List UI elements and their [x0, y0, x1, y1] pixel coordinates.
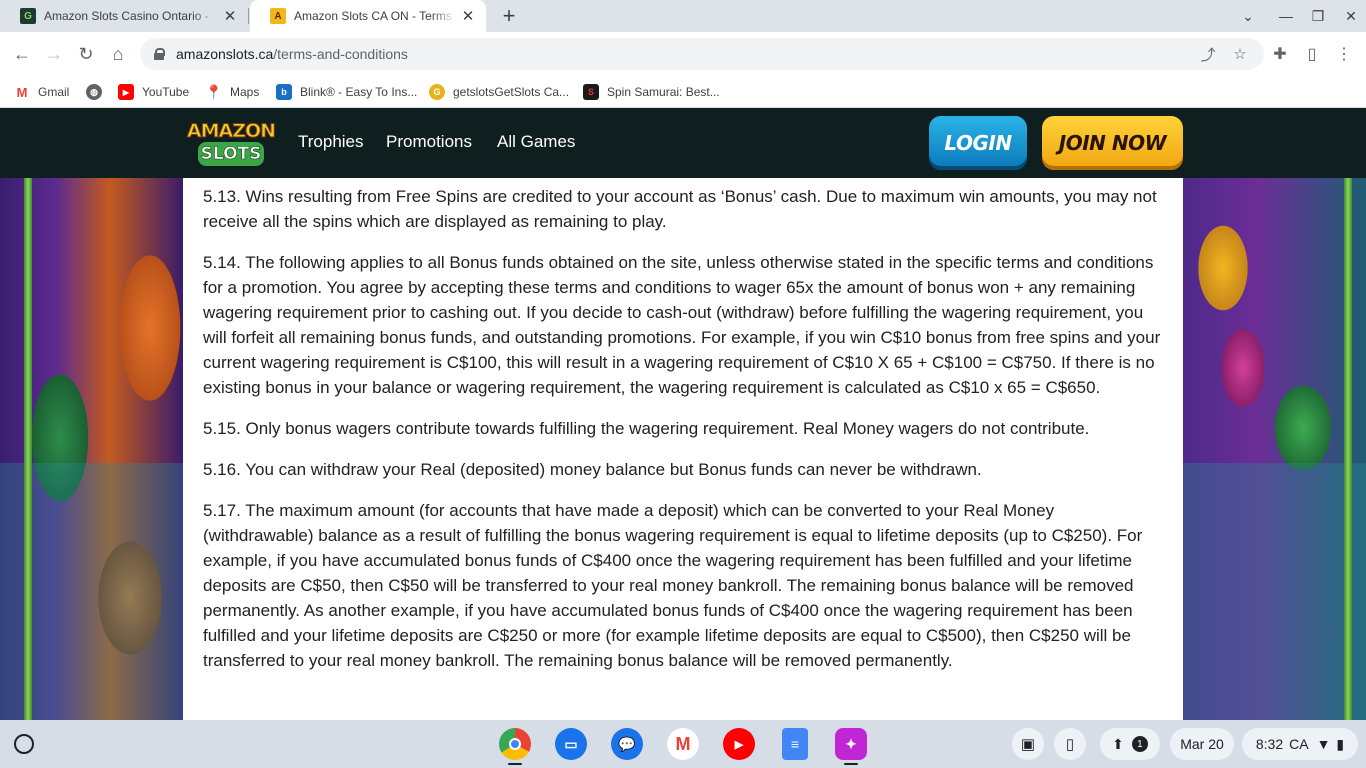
bookmark-label: Maps [230, 85, 260, 99]
bookmarks-bar: M Gmail ◍ ▶ YouTube 📍 Maps b Blink® - Ea… [0, 76, 1366, 108]
menu-icon[interactable]: ⋮ [1334, 44, 1354, 64]
login-button[interactable]: LOGIN [929, 116, 1027, 170]
notifications-tray[interactable]: ⬆ 1 [1100, 728, 1160, 760]
bamboo-decoration [24, 178, 32, 720]
logo-text-bottom: SLOTS [198, 142, 264, 166]
youtube-icon[interactable]: ▶ [723, 728, 755, 760]
getslots-icon: G [429, 84, 445, 100]
bookmark-gmail[interactable]: M Gmail [14, 82, 69, 102]
reload-icon[interactable]: ↻ [72, 40, 100, 68]
bookmark-maps[interactable]: 📍 Maps [205, 82, 260, 102]
docs-icon[interactable]: ≡ [782, 728, 808, 760]
region-label: CA [1289, 736, 1309, 752]
tab-title: Amazon Slots CA ON - Terms A [294, 9, 456, 23]
bookmark-globe[interactable]: ◍ [86, 82, 110, 102]
tab-search-icon[interactable]: ⌄ [1233, 0, 1263, 32]
tab-strip: G Amazon Slots Casino Ontario - ✕ A Amaz… [0, 0, 1366, 32]
holding-space-icon[interactable]: ▣ [1012, 728, 1044, 760]
window-close-icon[interactable]: ✕ [1336, 0, 1366, 32]
bookmark-label: Blink® - Easy To Ins... [300, 85, 418, 99]
back-icon[interactable]: ← [8, 40, 36, 68]
youtube-icon: ▶ [118, 84, 134, 100]
minimize-icon[interactable]: — [1271, 0, 1301, 32]
term-5-16: 5.16. You can withdraw your Real (deposi… [203, 460, 982, 479]
gmail-icon[interactable]: M [667, 728, 699, 760]
terms-content: 5.13. Wins resulting from Free Spins are… [183, 178, 1183, 720]
gmail-icon: M [14, 84, 30, 100]
forward-icon[interactable]: → [40, 40, 68, 68]
files-icon[interactable]: ▭ [555, 728, 587, 760]
home-icon[interactable]: ⌂ [104, 40, 132, 68]
spin-samurai-icon: S [583, 84, 599, 100]
share-icon[interactable]: ⤴ [1200, 46, 1216, 64]
lock-icon[interactable] [154, 48, 165, 60]
tab-title: Amazon Slots Casino Ontario - [44, 9, 209, 23]
join-now-button[interactable]: JOIN NOW [1042, 116, 1183, 170]
address-bar[interactable]: amazonslots.ca/terms-and-conditions ⤴ ☆ [140, 38, 1264, 70]
bookmark-blink[interactable]: b Blink® - Easy To Ins... [276, 82, 417, 102]
amazonslots-favicon: A [270, 8, 286, 24]
bookmark-label: Gmail [38, 85, 70, 99]
nav-promotions[interactable]: Promotions [386, 132, 472, 152]
browser-toolbar: ← → ↻ ⌂ amazonslots.ca/terms-and-conditi… [0, 32, 1366, 76]
upload-icon: ⬆ [1112, 735, 1124, 752]
term-5-17: 5.17. The maximum amount (for accounts t… [203, 501, 1143, 670]
bookmark-spin-samurai[interactable]: S Spin Samurai: Best... [583, 82, 720, 102]
url-host: amazonslots.ca [176, 46, 274, 62]
close-icon[interactable]: ✕ [456, 4, 480, 28]
status-tray[interactable]: 8:32 CA ▼ ▮ [1242, 728, 1358, 760]
extensions-icon[interactable]: ✚ [1270, 44, 1290, 64]
launcher-icon[interactable] [14, 734, 34, 754]
logo-text-top: AMAZON [186, 120, 276, 143]
bamboo-decoration [1344, 178, 1352, 720]
blink-icon: b [276, 84, 292, 100]
term-5-13: 5.13. Wins resulting from Free Spins are… [203, 187, 1157, 231]
star-icon[interactable]: ☆ [1232, 46, 1248, 63]
bookmark-label: YouTube [142, 85, 190, 99]
url-path: /terms-and-conditions [273, 46, 408, 62]
os-shelf: ▭ 💬 M ▶ ≡ ✦ ▣ ▯ ⬆ 1 Mar 20 8:32 CA ▼ ▮ [0, 720, 1366, 768]
running-indicator [508, 763, 522, 765]
phone-hub-icon[interactable]: ▯ [1054, 728, 1086, 760]
tab-separator [248, 8, 249, 24]
wifi-icon: ▼ [1316, 736, 1331, 752]
new-tab-button[interactable]: + [496, 3, 522, 28]
running-indicator [844, 763, 858, 765]
tab-getslots[interactable]: G Amazon Slots Casino Ontario - ✕ [0, 0, 248, 32]
maps-icon: 📍 [205, 83, 223, 100]
side-panel-icon[interactable]: ▯ [1302, 44, 1322, 64]
term-5-14: 5.14. The following applies to all Bonus… [203, 253, 1161, 397]
bookmark-youtube[interactable]: ▶ YouTube [118, 82, 189, 102]
close-icon[interactable]: ✕ [218, 4, 242, 28]
nav-trophies[interactable]: Trophies [298, 132, 364, 152]
notification-count: 1 [1131, 736, 1148, 752]
bookmark-label: getslotsGetSlots Ca... [453, 85, 570, 99]
chrome-icon[interactable] [499, 728, 531, 760]
globe-icon: ◍ [86, 84, 102, 100]
tab-amazonslots[interactable]: A Amazon Slots CA ON - Terms A ✕ [250, 0, 486, 32]
term-5-15: 5.15. Only bonus wagers contribute towar… [203, 419, 1090, 438]
screencast-icon[interactable]: ✦ [835, 728, 867, 760]
messages-icon[interactable]: 💬 [611, 728, 643, 760]
date-tray[interactable]: Mar 20 [1170, 728, 1234, 760]
nav-all-games[interactable]: All Games [497, 132, 575, 152]
site-header: AMAZON SLOTS Trophies Promotions All Gam… [0, 108, 1366, 178]
web-page: AMAZON SLOTS Trophies Promotions All Gam… [0, 108, 1366, 720]
clock-time: 8:32 [1255, 736, 1284, 752]
restore-icon[interactable]: ❐ [1303, 0, 1333, 32]
battery-icon: ▮ [1336, 735, 1345, 752]
bookmark-getslots[interactable]: G getslotsGetSlots Ca... [429, 82, 569, 102]
bookmark-label: Spin Samurai: Best... [607, 85, 720, 99]
getslots-favicon: G [20, 8, 36, 24]
amazon-slots-logo[interactable]: AMAZON SLOTS [184, 118, 278, 168]
